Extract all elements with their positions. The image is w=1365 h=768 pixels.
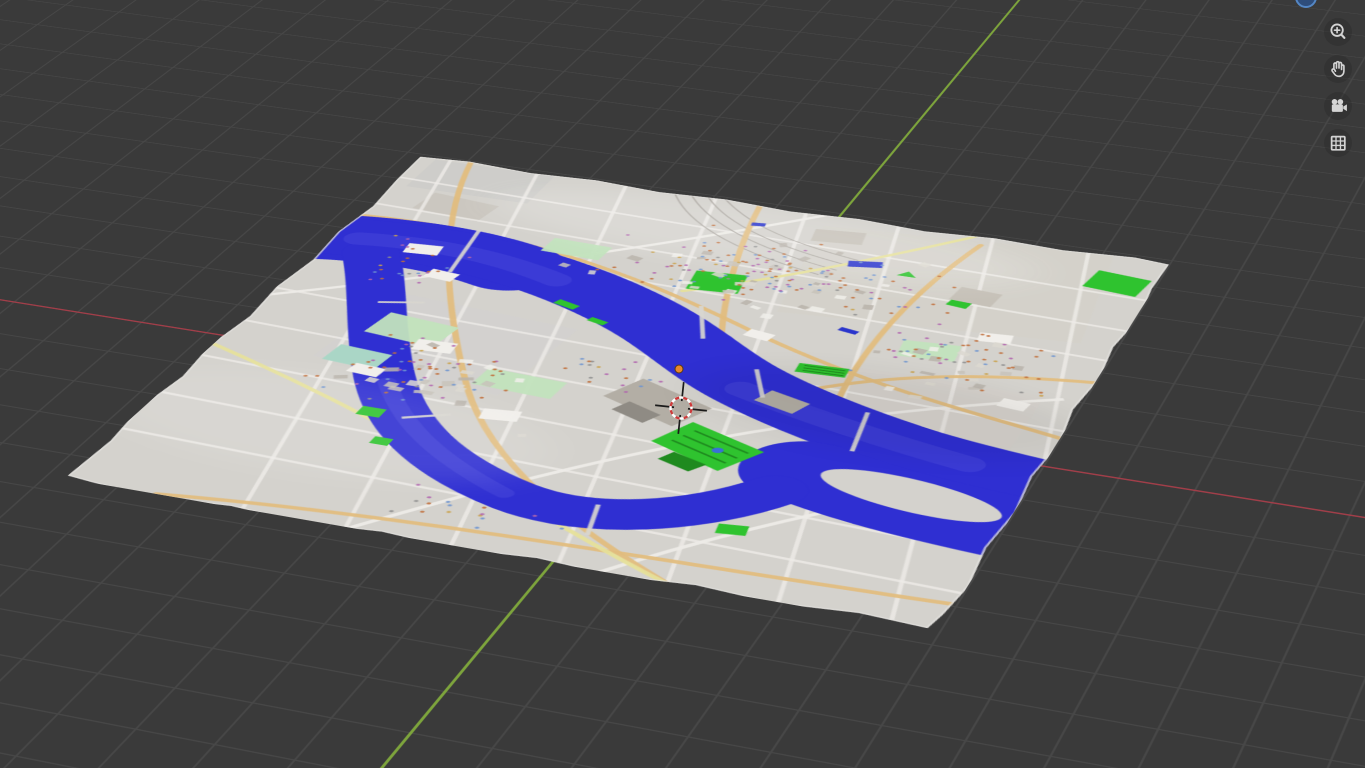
pan-tool-button[interactable] (1324, 55, 1352, 83)
zoom-tool-button[interactable] (1324, 18, 1352, 46)
projection-toggle-button[interactable] (1324, 129, 1352, 157)
camera-view-button[interactable] (1324, 92, 1352, 120)
map-plane-object[interactable] (65, 155, 1171, 630)
grid-icon (1330, 135, 1346, 151)
magnifier-plus-icon (1330, 23, 1346, 39)
map-texture (65, 177, 1171, 569)
viewport-nav-gizmos (1324, 18, 1352, 157)
hand-icon (1331, 60, 1345, 78)
blender-3d-viewport[interactable] (0, 0, 1365, 768)
viewport-floor-grid (0, 0, 1365, 768)
movie-camera-icon (1331, 99, 1347, 112)
